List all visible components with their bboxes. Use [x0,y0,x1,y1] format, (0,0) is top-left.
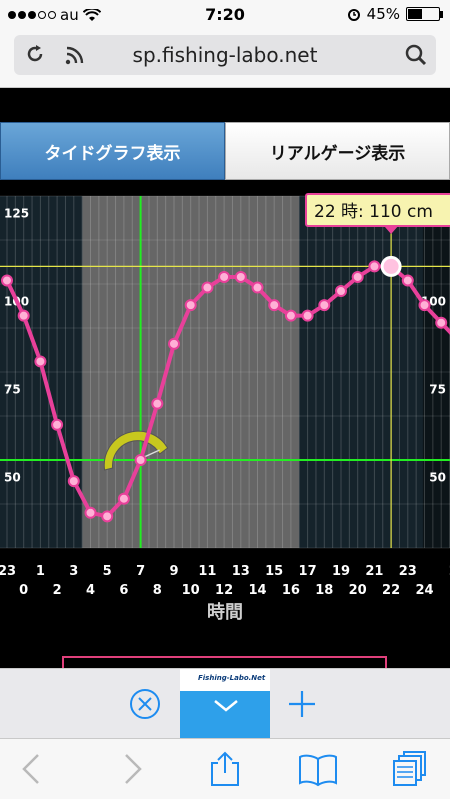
alarm-icon [347,9,360,21]
x-tick-label: 12 [215,583,233,598]
address-field[interactable]: sp.fishing-labo.net [14,35,436,75]
battery-icon [406,7,443,21]
tide-data-point [284,309,297,322]
highlight-data-point [380,255,402,277]
close-tab-icon[interactable] [128,687,162,721]
new-tab-icon[interactable] [285,687,319,721]
tide-data-point [84,506,97,519]
x-tick-label: 3 [69,564,78,579]
forward-icon[interactable] [118,751,146,787]
x-tick-label: 13 [232,564,250,579]
tab-switcher-dock: Fishing-Labo.Net [0,668,450,739]
chevron-down-icon[interactable] [213,699,239,713]
x-tick-label: 6 [119,583,128,598]
tooltip-text: 22 時: 110 cm [314,202,433,222]
tide-data-point [1,274,13,287]
tide-data-point [234,270,247,283]
bookmarks-icon[interactable] [298,751,338,787]
tide-data-point [335,285,347,298]
tide-chart: 5050757510010012512522 時: 110 cm23135791… [0,180,450,628]
status-right: 45% [347,5,443,23]
x-tick-label: 0 [19,583,28,598]
x-tick-label: 24 [415,583,433,598]
tide-data-point [268,299,281,312]
tide-data-point [34,355,47,368]
x-tick-label: 19 [332,564,350,579]
y-tick-label-left: 50 [4,471,21,485]
tide-data-point [401,274,414,287]
tide-data-point [218,270,231,283]
page-header-band [0,88,450,122]
x-tick-label: 17 [299,564,317,579]
tab-thumbnail[interactable]: Fishing-Labo.Net [180,669,270,739]
tide-data-point [101,510,114,523]
tide-data-point [184,299,197,312]
battery-percent: 45% [366,5,400,23]
x-tick-label: 16 [282,583,300,598]
x-tick-label: 23 [0,564,16,579]
y-tick-label-right: 75 [429,383,446,397]
x-tick-label: 20 [349,583,367,598]
x-tick-label: 23 [399,564,417,579]
tide-data-point [201,281,214,294]
tide-data-point [17,309,30,322]
tide-data-point [51,418,64,431]
x-tick-label: 15 [265,564,283,579]
x-tick-label: 21 [365,564,383,579]
back-icon[interactable] [18,751,46,787]
share-icon[interactable] [208,751,242,787]
x-tick-label: 14 [248,583,266,598]
y-tick-label-left: 125 [4,207,29,221]
status-bar: au 7:20 45% [0,0,450,30]
tide-data-point [301,309,314,322]
x-tick-label: 10 [182,583,200,598]
tide-data-point [435,316,448,329]
tide-data-point [368,260,381,273]
tide-data-point [134,454,147,466]
tide-data-point [151,397,164,410]
tabs-icon[interactable] [392,751,426,787]
x-tick-label: 4 [86,583,95,598]
tab-thumbnail-title: Fishing-Labo.Net [180,669,270,691]
browser-toolbar [0,738,450,799]
tide-data-point [251,281,264,294]
x-tick-label: 22 [382,583,400,598]
x-axis-label: 時間 [207,602,243,623]
x-tick-label: 18 [315,583,333,598]
tide-data-point [418,299,431,312]
tide-data-point [117,492,130,505]
tab-tide-graph[interactable]: タイドグラフ表示 [0,122,225,180]
x-tick-label: 11 [198,564,216,579]
tide-chart-svg: 5050757510010012512522 時: 110 cm23135791… [0,193,450,623]
url-text[interactable]: sp.fishing-labo.net [14,43,436,67]
tide-data-point [168,337,180,350]
x-tick-label: 1 [36,564,45,579]
tide-data-point [351,270,364,283]
x-tick-label: 5 [103,564,112,579]
tab-real-gauge[interactable]: リアルゲージ表示 [225,122,450,180]
y-tick-label-left: 75 [4,383,21,397]
x-tick-label: 7 [136,564,145,579]
search-icon[interactable] [404,43,428,67]
tide-data-point [67,475,80,488]
y-tick-label-right: 50 [429,471,446,485]
x-tick-label: 8 [153,583,162,598]
tide-data-point [318,299,331,312]
x-tick-label: 2 [53,583,62,598]
x-tick-label: 9 [169,564,178,579]
browser-url-bar: sp.fishing-labo.net [0,30,450,88]
